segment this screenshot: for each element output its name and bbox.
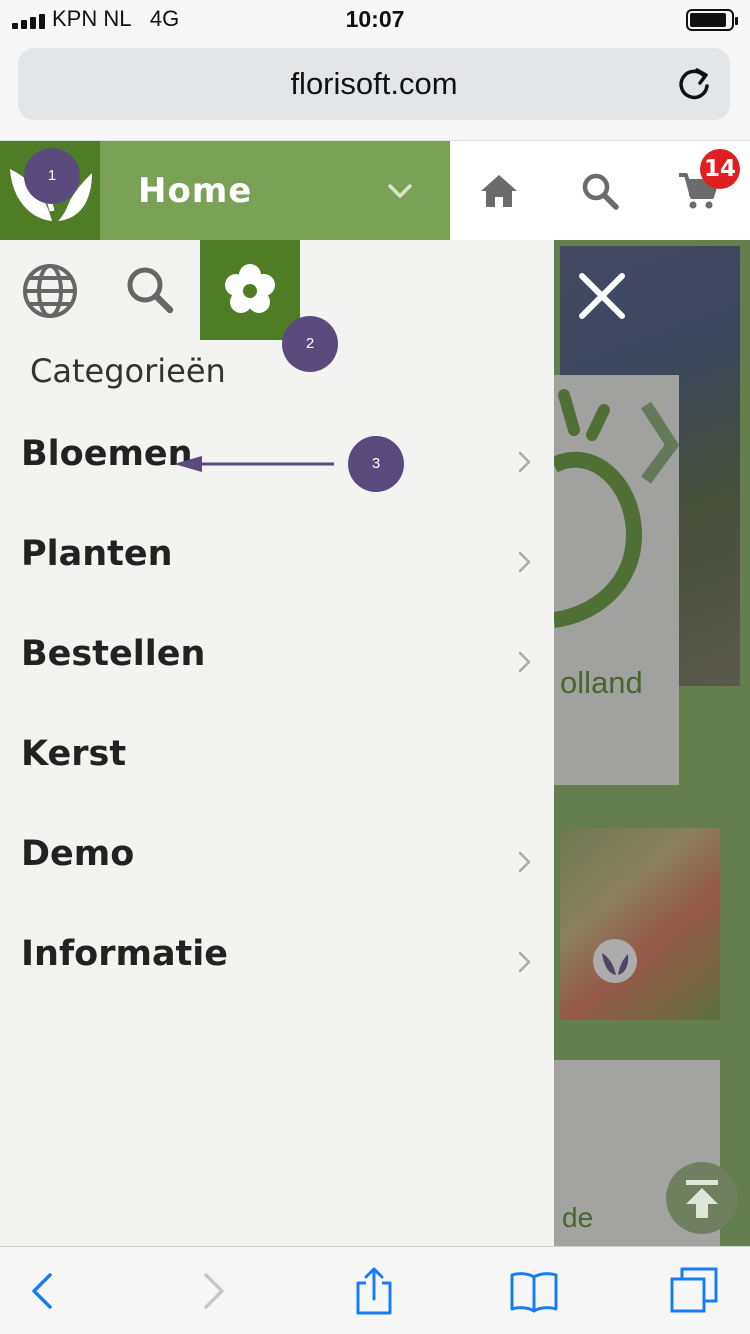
menu-item-label: Demo [21,834,135,874]
status-bar: KPN NL 4G 10:07 [0,0,750,40]
chevron-right-icon [518,951,531,973]
url-text[interactable]: florisoft.com [18,66,730,102]
menu-item-label: Bloemen [21,434,193,474]
close-icon[interactable] [576,270,628,322]
menu-item-informatie[interactable]: Informatie [0,912,554,1012]
tabs-icon[interactable] [668,1265,720,1317]
menu-item-label: Kerst [21,734,127,774]
overlay-dim[interactable] [554,240,750,1246]
globe-icon[interactable] [0,240,100,340]
flower-icon [225,264,275,313]
address-bar[interactable]: florisoft.com [18,48,730,120]
menu-item-label: Planten [21,534,173,574]
cart-count-badge: 14 [700,149,740,189]
search-icon[interactable] [100,240,200,340]
chevron-right-icon [518,551,531,573]
menu-item-planten[interactable]: Planten [0,512,554,612]
chevron-right-icon [518,451,531,473]
back-icon[interactable] [18,1265,70,1317]
annotation-marker-1: 1 [24,148,80,204]
menu-item-bestellen[interactable]: Bestellen [0,612,554,712]
search-icon[interactable] [578,169,622,213]
annotation-marker-2: 2 [282,316,338,372]
share-icon[interactable] [348,1265,400,1317]
menu-item-kerst[interactable]: Kerst [0,712,554,812]
chevron-down-icon [388,184,412,198]
reload-icon[interactable] [674,64,714,104]
chevron-right-icon [518,851,531,873]
forward-icon[interactable] [186,1265,238,1317]
annotation-arrow-icon [174,456,334,472]
menu-item-demo[interactable]: Demo [0,812,554,912]
menu-item-label: Informatie [21,934,229,974]
bookmarks-icon[interactable] [508,1265,560,1317]
menu-item-label: Bestellen [21,634,206,674]
home-icon[interactable] [477,169,521,213]
browser-toolbar [0,1246,750,1334]
drawer-section-title: Categorieën [30,352,226,390]
status-time: 10:07 [345,6,405,32]
home-dropdown[interactable]: Home [100,141,450,241]
side-drawer: Categorieën Bloemen Planten Bestellen Ke… [0,240,554,1246]
home-label: Home [138,171,253,211]
categories-tab[interactable] [200,240,300,340]
annotation-marker-3: 3 [348,436,404,492]
background-page: olland de [554,240,750,1246]
arrow-up-icon [686,1180,718,1218]
scroll-to-top-button[interactable] [666,1162,738,1234]
chevron-right-icon [518,651,531,673]
site-header: Home 14 [0,140,750,241]
battery-icon [686,9,738,31]
